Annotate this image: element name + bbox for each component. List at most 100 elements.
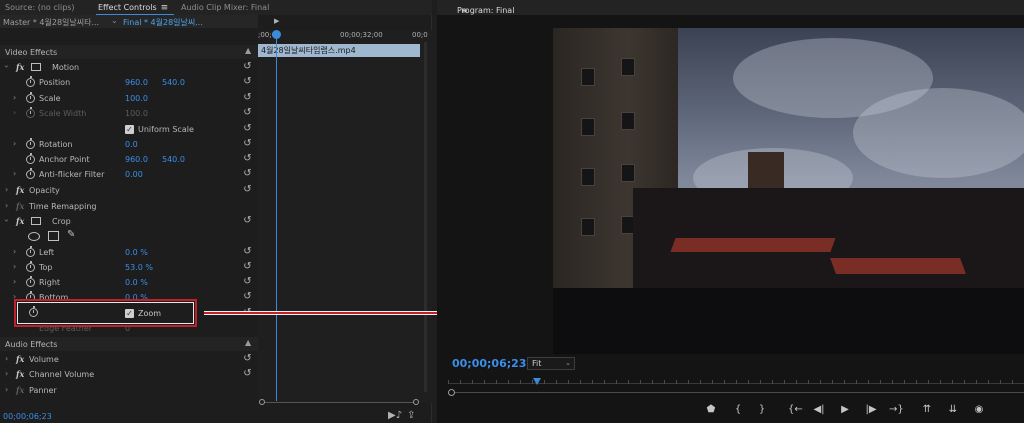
reset-icon[interactable]: ↺ <box>242 246 253 257</box>
tab-effect-controls[interactable]: Effect Controls ≡ <box>98 3 168 13</box>
chevron-right-icon[interactable]: › <box>13 262 16 271</box>
zoom-checkbox[interactable]: ✓ <box>125 309 134 318</box>
reset-icon[interactable]: ↺ <box>242 291 253 302</box>
play-icon[interactable]: ▶ <box>838 404 852 416</box>
rectangle-mask-icon[interactable] <box>48 231 59 241</box>
reset-icon[interactable]: ↺ <box>242 153 253 164</box>
step-back-icon[interactable]: ◀| <box>812 404 826 416</box>
reset-icon[interactable]: ↺ <box>242 107 253 118</box>
timeline-clip[interactable]: 4월28일날씨타임랩스.mp4 <box>258 44 420 57</box>
chevron-right-icon[interactable]: › <box>13 277 16 286</box>
timeline-playhead[interactable] <box>276 33 277 401</box>
effect-volume[interactable]: › fx Volume ↺ <box>0 352 258 367</box>
scroll-left-handle[interactable] <box>259 399 265 405</box>
go-to-out-icon[interactable]: →} <box>889 404 904 416</box>
crop-right-value[interactable]: 0.0 % <box>125 278 148 287</box>
fx-icon[interactable]: fx <box>16 369 24 379</box>
stopwatch-icon[interactable] <box>26 168 35 179</box>
mark-in-icon[interactable]: { <box>731 404 745 416</box>
chevron-right-icon[interactable]: › <box>13 93 16 102</box>
effect-time-remapping[interactable]: › fx Time Remapping <box>0 199 258 214</box>
chevron-right-icon[interactable]: › <box>5 369 8 378</box>
chevron-expanded-icon[interactable]: › <box>2 219 11 222</box>
timeline-zoom-scrollbar[interactable] <box>259 399 419 408</box>
chevron-right-icon[interactable]: › <box>5 385 8 394</box>
master-clip-label[interactable]: Master * 4월28일날씨타... <box>3 17 99 28</box>
timeline-ruler[interactable]: ;00;00 00;00;32;00 00;0 <box>258 30 428 42</box>
chevron-right-icon[interactable]: › <box>5 201 8 210</box>
mark-out-icon[interactable]: } <box>755 404 769 416</box>
scroll-handle[interactable] <box>448 389 455 396</box>
reset-icon[interactable]: ↺ <box>242 215 253 226</box>
stopwatch-icon[interactable] <box>26 153 35 164</box>
anchor-x-value[interactable]: 960.0 <box>125 155 148 164</box>
chevron-down-icon[interactable]: ⌄ <box>111 16 118 25</box>
reset-icon[interactable]: ↺ <box>242 61 253 72</box>
step-forward-icon[interactable]: |▶ <box>864 404 878 416</box>
reset-icon[interactable]: ↺ <box>242 92 253 103</box>
stopwatch-icon[interactable] <box>26 246 35 257</box>
anti-flicker-value[interactable]: 0.00 <box>125 170 143 179</box>
scroll-right-handle[interactable] <box>413 399 419 405</box>
lift-icon[interactable]: ⇈ <box>920 404 934 416</box>
crop-left-value[interactable]: 0.0 % <box>125 248 148 257</box>
reset-icon[interactable]: ↺ <box>242 123 253 134</box>
tab-audio-clip-mixer[interactable]: Audio Clip Mixer: Final <box>181 3 269 12</box>
play-audio-icon[interactable]: ▶♪ <box>388 410 402 421</box>
uniform-scale-checkbox[interactable]: ✓ <box>125 125 134 134</box>
playhead-handle[interactable] <box>272 30 281 39</box>
reset-icon[interactable]: ↺ <box>242 261 253 272</box>
position-x-value[interactable]: 960.0 <box>125 78 148 87</box>
sequence-clip-label[interactable]: Final * 4월28일날씨... <box>123 17 203 28</box>
extract-icon[interactable]: ⇊ <box>946 404 960 416</box>
reset-icon[interactable]: ↺ <box>242 276 253 287</box>
program-timecode[interactable]: 00;00;06;23 <box>452 357 526 370</box>
stopwatch-icon[interactable] <box>26 261 35 272</box>
stopwatch-icon[interactable] <box>26 138 35 149</box>
current-timecode[interactable]: 00;00;06;23 <box>3 412 52 421</box>
effect-timeline[interactable] <box>258 30 432 403</box>
fx-icon[interactable]: fx <box>16 62 24 72</box>
stopwatch-icon[interactable] <box>26 276 35 287</box>
rotation-value[interactable]: 0.0 <box>125 140 138 149</box>
chevron-right-icon[interactable]: › <box>5 354 8 363</box>
crop-top-value[interactable]: 53.0 % <box>125 263 153 272</box>
pen-mask-icon[interactable]: ✎ <box>67 229 75 240</box>
fx-icon[interactable]: fx <box>16 354 24 364</box>
stopwatch-icon[interactable] <box>26 92 35 103</box>
play-only-audio-icon[interactable]: ▶ <box>274 17 279 25</box>
chevron-right-icon[interactable]: › <box>13 139 16 148</box>
program-menu-icon[interactable]: ≡ <box>461 6 468 15</box>
anchor-y-value[interactable]: 540.0 <box>162 155 185 164</box>
fx-icon[interactable]: fx <box>16 185 24 195</box>
chevron-right-icon[interactable]: › <box>13 169 16 178</box>
reset-icon[interactable]: ↺ <box>242 138 253 149</box>
program-video-frame[interactable] <box>553 28 1024 354</box>
tab-source[interactable]: Source: (no clips) <box>5 3 75 12</box>
export-frame-icon[interactable]: ◉ <box>972 404 986 416</box>
effect-motion[interactable]: › fx Motion ↺ <box>0 60 258 75</box>
panel-menu-icon[interactable]: ≡ <box>161 3 169 13</box>
ellipse-mask-icon[interactable] <box>28 232 40 241</box>
reset-icon[interactable]: ↺ <box>242 184 253 195</box>
chevron-right-icon[interactable]: › <box>5 185 8 194</box>
chevron-right-icon[interactable]: › <box>13 247 16 256</box>
effect-channel-volume[interactable]: › fx Channel Volume ↺ <box>0 367 258 382</box>
scale-value[interactable]: 100.0 <box>125 94 148 103</box>
stopwatch-icon[interactable] <box>26 76 35 87</box>
reset-icon[interactable]: ↺ <box>242 76 253 87</box>
crop-icon[interactable] <box>31 217 41 225</box>
add-marker-icon[interactable]: ⬟ <box>704 404 718 416</box>
export-icon[interactable]: ⇪ <box>407 410 415 421</box>
effect-opacity[interactable]: › fx Opacity ↺ <box>0 183 258 198</box>
zoom-level-select[interactable]: Fit ⌄ <box>527 357 575 370</box>
program-playhead[interactable] <box>533 378 541 385</box>
program-zoom-scrollbar[interactable] <box>448 389 1024 396</box>
effect-panner[interactable]: › fx Panner <box>0 383 258 398</box>
chevron-expanded-icon[interactable]: › <box>2 65 11 68</box>
position-y-value[interactable]: 540.0 <box>162 78 185 87</box>
reset-icon[interactable]: ↺ <box>242 353 253 364</box>
go-to-in-icon[interactable]: {← <box>788 404 803 416</box>
effect-crop[interactable]: › fx Crop ↺ <box>0 214 258 229</box>
fx-icon[interactable]: fx <box>16 216 24 226</box>
